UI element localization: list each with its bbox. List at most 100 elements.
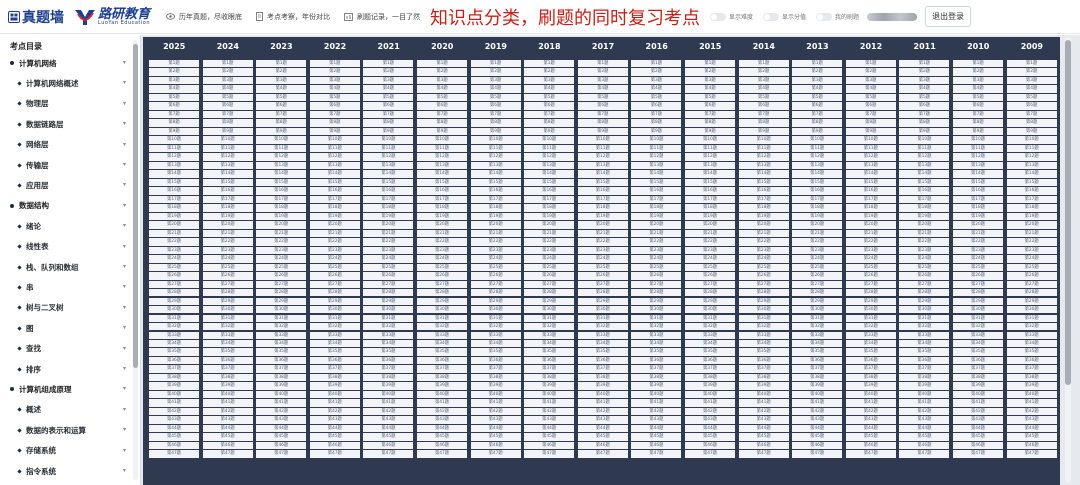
question-cell[interactable]: 第16题 [363,187,414,195]
question-cell[interactable]: 第3题 [363,76,414,85]
question-cell[interactable]: 第13题 [417,161,467,170]
question-cell[interactable]: 第2题 [256,68,307,76]
question-cell[interactable]: 第9题 [685,127,735,136]
year-header[interactable]: 2017 [576,42,630,56]
question-cell[interactable]: 第39题 [738,382,789,390]
question-cell[interactable]: 第26题 [899,272,950,280]
question-cell[interactable]: 第13题 [256,161,307,170]
question-cell[interactable]: 第15题 [149,178,199,187]
question-cell[interactable]: 第41题 [470,399,521,407]
question-cell[interactable]: 第10题 [524,136,575,144]
question-cell[interactable]: 第5题 [685,93,735,102]
question-cell[interactable]: 第7题 [577,110,628,119]
question-cell[interactable]: 第41题 [149,399,199,407]
question-cell[interactable]: 第10题 [363,136,414,144]
sidebar-item[interactable]: 串 ▾ [0,277,132,297]
question-cell[interactable]: 第36题 [899,356,950,365]
question-cell[interactable]: 第39题 [845,382,896,390]
question-cell[interactable]: 第27题 [792,280,843,288]
question-cell[interactable]: 第39题 [792,382,843,390]
question-cell[interactable]: 第14题 [685,170,735,178]
toggle-score[interactable]: 显示分值 [763,12,806,21]
question-cell[interactable]: 第8题 [524,119,575,127]
question-cell[interactable]: 第23题 [417,246,467,255]
question-cell[interactable]: 第21题 [417,229,467,238]
question-cell[interactable]: 第30题 [577,306,628,314]
question-cell[interactable]: 第7题 [417,110,467,119]
question-cell[interactable]: 第13题 [792,161,843,170]
question-cell[interactable]: 第44题 [899,424,950,433]
question-cell[interactable]: 第40题 [256,390,307,399]
question-cell[interactable]: 第23题 [845,246,896,255]
question-cell[interactable]: 第9题 [417,127,467,136]
question-cell[interactable]: 第3题 [685,76,735,85]
question-cell[interactable]: 第6题 [685,102,735,110]
question-cell[interactable]: 第23题 [202,246,253,255]
question-cell[interactable]: 第1题 [363,60,414,68]
question-cell[interactable]: 第27题 [417,280,467,288]
question-cell[interactable]: 第11题 [1006,144,1057,153]
question-cell[interactable]: 第22题 [524,238,575,246]
question-cell[interactable]: 第17题 [738,195,789,204]
question-cell[interactable]: 第43题 [417,416,467,424]
question-cell[interactable]: 第14题 [577,170,628,178]
question-cell[interactable]: 第29题 [631,297,682,305]
question-cell[interactable]: 第38题 [470,373,521,382]
question-cell[interactable]: 第21题 [363,229,414,238]
question-cell[interactable]: 第40题 [577,390,628,399]
sidebar-item[interactable]: 应用层 ▾ [0,175,132,195]
year-header[interactable]: 2018 [523,42,577,56]
question-cell[interactable]: 第3题 [202,76,253,85]
question-cell[interactable]: 第25题 [899,263,950,272]
year-header[interactable]: 2016 [630,42,684,56]
sidebar-item[interactable]: 存储系统 ▾ [0,441,132,461]
question-cell[interactable]: 第22题 [149,238,199,246]
question-cell[interactable]: 第21题 [738,229,789,238]
question-cell[interactable]: 第31题 [524,314,575,322]
question-cell[interactable]: 第11题 [149,144,199,153]
question-cell[interactable]: 第13题 [685,161,735,170]
question-cell[interactable]: 第42题 [577,407,628,416]
question-cell[interactable]: 第14题 [524,170,575,178]
question-cell[interactable]: 第9题 [309,127,360,136]
question-cell[interactable]: 第18题 [953,204,1003,212]
question-cell[interactable]: 第13题 [899,161,950,170]
question-cell[interactable]: 第3题 [577,76,628,85]
question-cell[interactable]: 第20题 [524,221,575,229]
question-cell[interactable]: 第19题 [1006,212,1057,221]
year-header[interactable]: 2021 [362,42,416,56]
question-cell[interactable]: 第39题 [631,382,682,390]
question-cell[interactable]: 第32题 [309,323,360,331]
question-cell[interactable]: 第11题 [899,144,950,153]
question-cell[interactable]: 第22题 [685,238,735,246]
question-cell[interactable]: 第27题 [845,280,896,288]
question-cell[interactable]: 第47题 [470,450,521,458]
question-cell[interactable]: 第13题 [845,161,896,170]
question-cell[interactable]: 第33题 [845,331,896,339]
year-header[interactable]: 2014 [737,42,791,56]
question-cell[interactable]: 第40题 [685,390,735,399]
question-cell[interactable]: 第39题 [470,382,521,390]
question-cell[interactable]: 第37题 [738,365,789,373]
question-cell[interactable]: 第25题 [685,263,735,272]
question-cell[interactable]: 第29题 [738,297,789,305]
question-cell[interactable]: 第25题 [470,263,521,272]
question-cell[interactable]: 第20题 [309,221,360,229]
question-cell[interactable]: 第5题 [417,93,467,102]
question-cell[interactable]: 第45题 [470,433,521,441]
question-cell[interactable]: 第37题 [577,365,628,373]
question-cell[interactable]: 第17题 [792,195,843,204]
question-cell[interactable]: 第36题 [738,356,789,365]
question-cell[interactable]: 第42题 [524,407,575,416]
question-cell[interactable]: 第8题 [309,119,360,127]
question-cell[interactable]: 第17题 [577,195,628,204]
question-cell[interactable]: 第5题 [470,93,521,102]
question-cell[interactable]: 第21题 [899,229,950,238]
question-cell[interactable]: 第32题 [631,323,682,331]
question-cell[interactable]: 第42题 [149,407,199,416]
question-cell[interactable]: 第18题 [202,204,253,212]
question-cell[interactable]: 第37题 [685,365,735,373]
question-cell[interactable]: 第43题 [685,416,735,424]
question-cell[interactable]: 第12题 [738,153,789,161]
question-cell[interactable]: 第18题 [685,204,735,212]
